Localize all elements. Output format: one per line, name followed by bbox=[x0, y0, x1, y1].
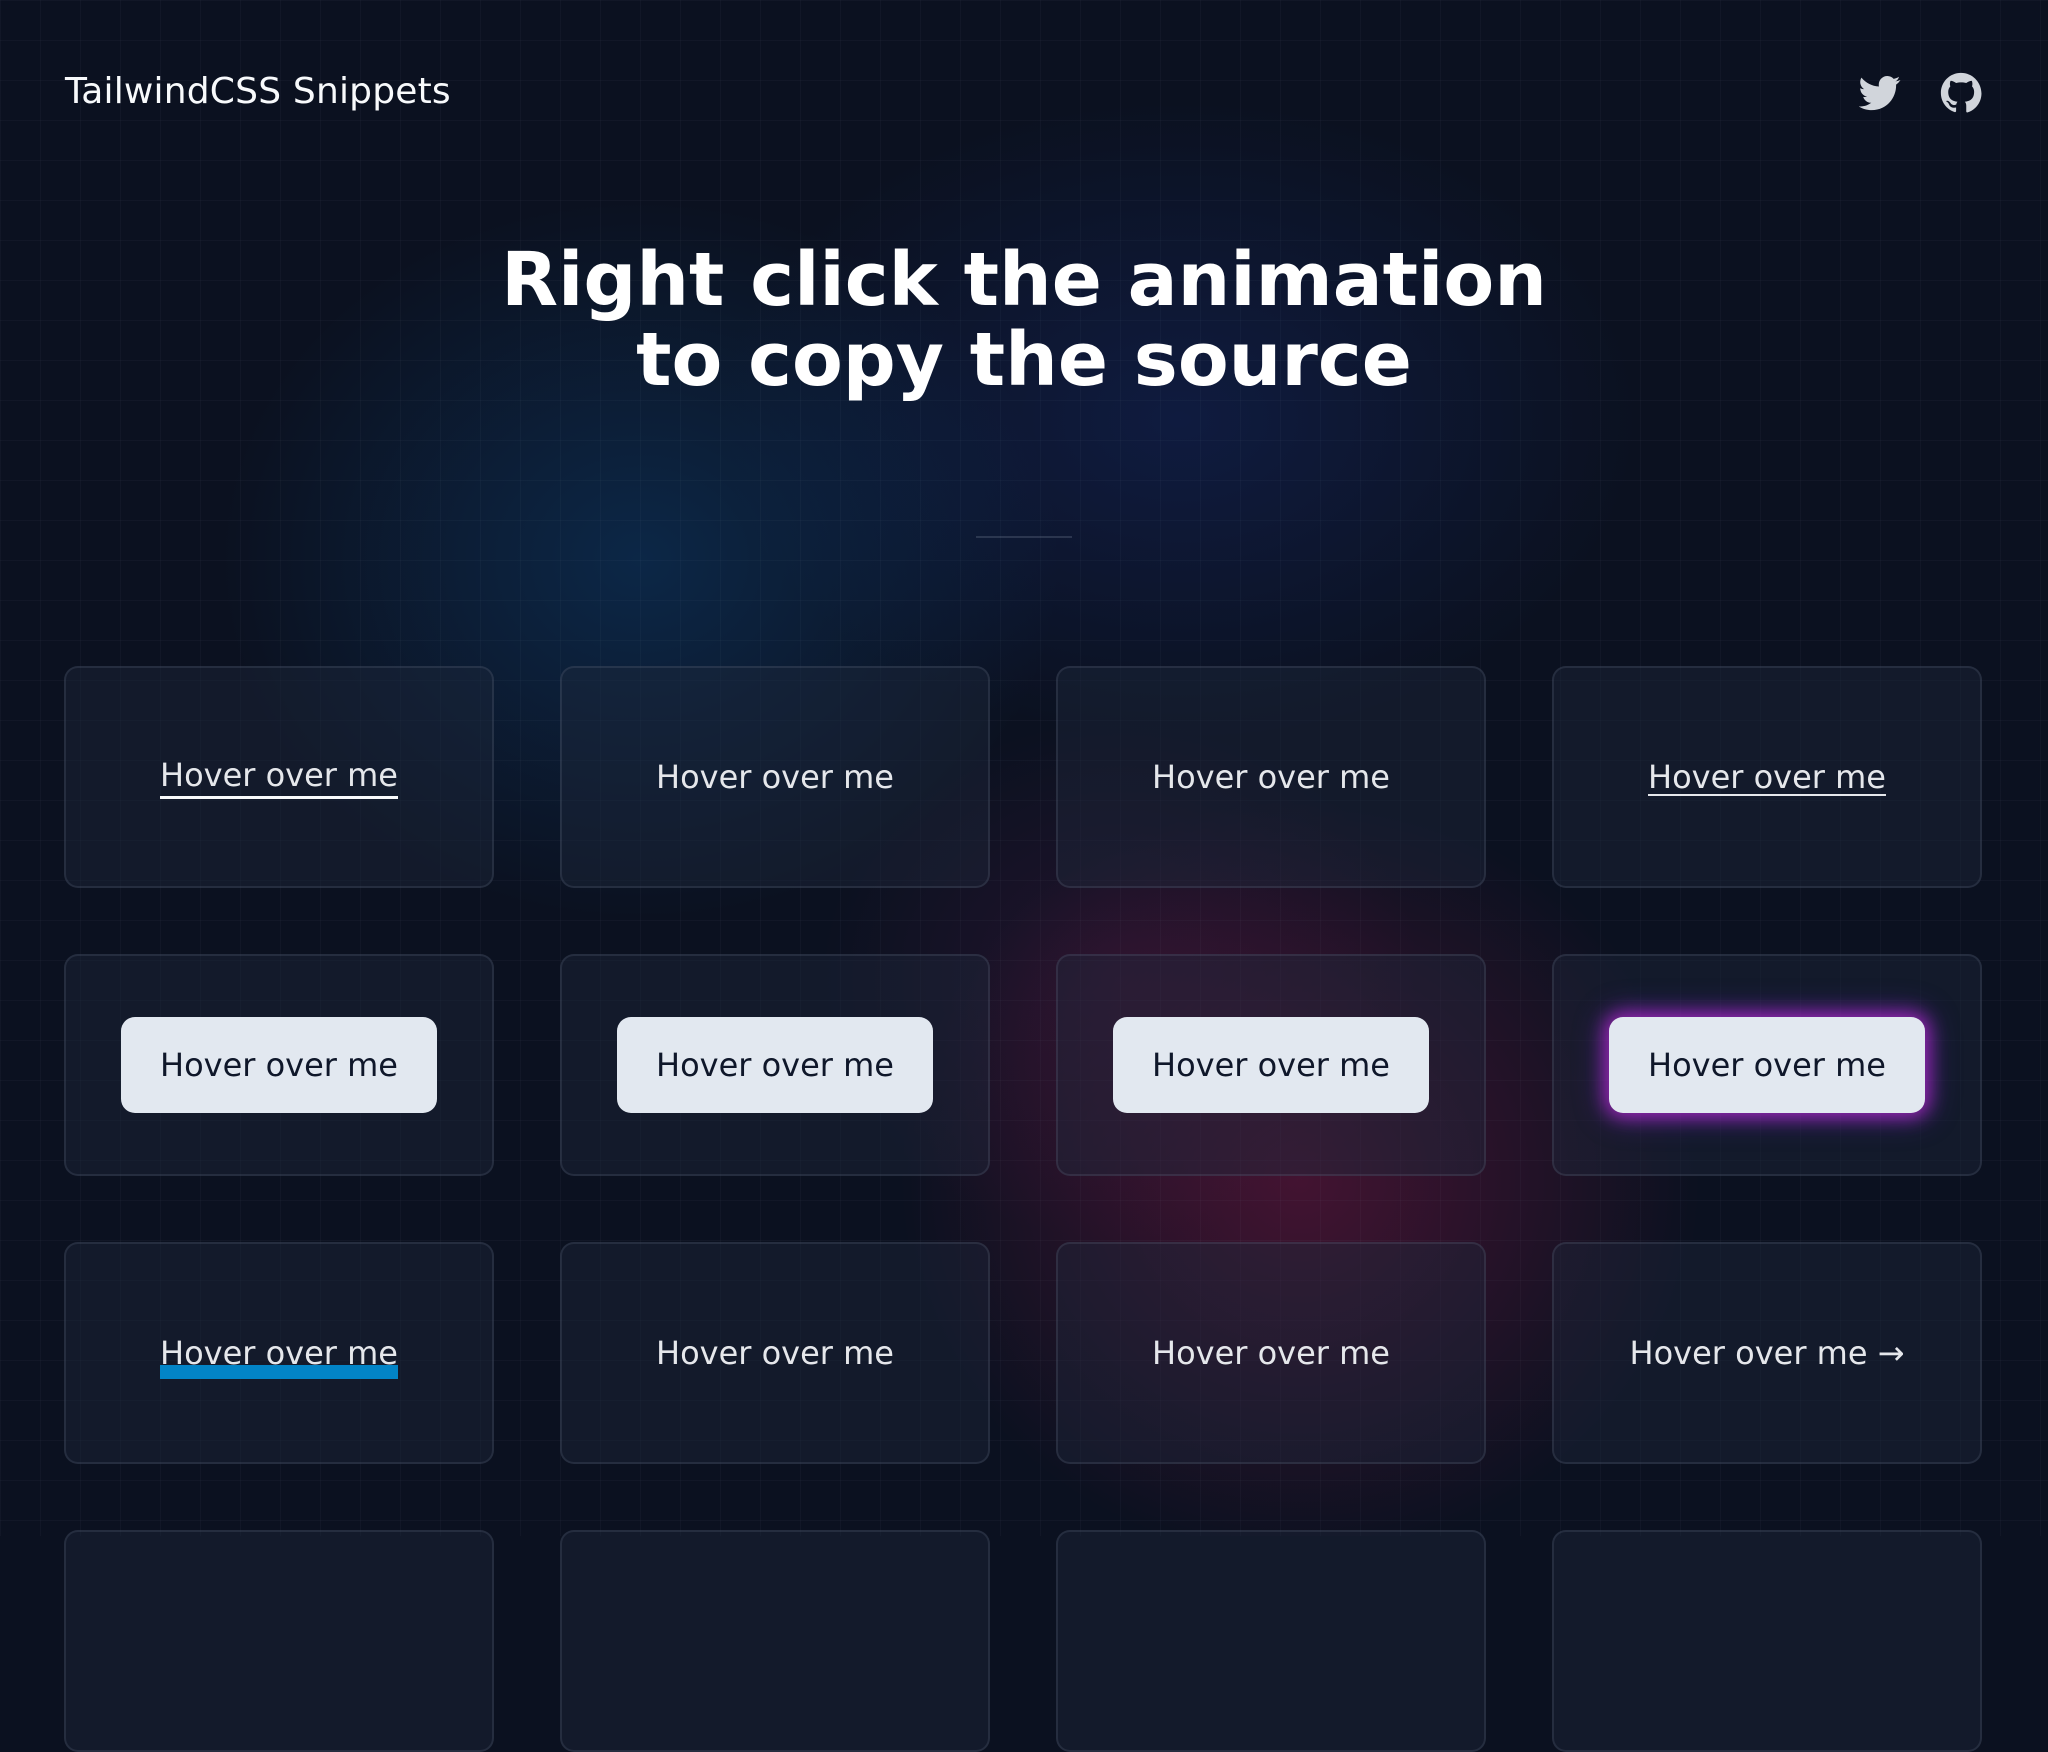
section-divider bbox=[976, 536, 1072, 538]
snippet-card-plain[interactable]: Hover over me bbox=[1056, 666, 1486, 888]
snippet-card-thin-underline[interactable]: Hover over me bbox=[1552, 666, 1982, 888]
snippet-label: Hover over me bbox=[160, 1334, 398, 1379]
snippet-label: Hover over me bbox=[160, 755, 398, 799]
snippet-card-button: Hover over me bbox=[560, 954, 990, 1176]
hover-button[interactable]: Hover over me bbox=[617, 1017, 933, 1113]
hero-line-2: to copy the source bbox=[636, 317, 1412, 403]
snippet-card-button-glow: Hover over me bbox=[1552, 954, 1982, 1176]
snippet-label: Hover over me bbox=[656, 758, 894, 796]
hero-heading: Right click the animation to copy the so… bbox=[0, 240, 2048, 400]
snippet-card-plain[interactable]: Hover over me bbox=[560, 666, 990, 888]
snippet-card-plain[interactable]: Hover over me bbox=[560, 1242, 990, 1464]
snippet-label: Hover over me bbox=[1648, 758, 1886, 796]
snippet-label: Hover over me → bbox=[1629, 1334, 1905, 1372]
hover-button[interactable]: Hover over me bbox=[121, 1017, 437, 1113]
hero-line-1: Right click the animation bbox=[501, 237, 1547, 323]
twitter-link[interactable] bbox=[1859, 72, 1901, 114]
snippet-card-button: Hover over me bbox=[64, 954, 494, 1176]
hover-button[interactable]: Hover over me bbox=[1113, 1017, 1429, 1113]
site-header: TailwindCSS Snippets bbox=[0, 0, 2048, 184]
snippet-card-partial[interactable] bbox=[1056, 1530, 1486, 1752]
snippet-card-arrow[interactable]: Hover over me → bbox=[1552, 1242, 1982, 1464]
snippet-label: Hover over me bbox=[656, 1334, 894, 1372]
snippet-card-button: Hover over me bbox=[1056, 954, 1486, 1176]
github-link[interactable] bbox=[1940, 72, 1982, 114]
site-brand-link[interactable]: TailwindCSS Snippets bbox=[65, 70, 451, 114]
snippet-card-highlight-bar[interactable]: Hover over me bbox=[64, 1242, 494, 1464]
glow-hover-button[interactable]: Hover over me bbox=[1609, 1017, 1925, 1113]
snippet-card-partial[interactable] bbox=[64, 1530, 494, 1752]
snippet-card-plain[interactable]: Hover over me bbox=[1056, 1242, 1486, 1464]
github-icon bbox=[1940, 72, 1982, 113]
snippet-card-underline[interactable]: Hover over me bbox=[64, 666, 494, 888]
twitter-icon bbox=[1859, 76, 1901, 111]
snippet-label: Hover over me bbox=[1152, 1334, 1390, 1372]
snippet-card-partial[interactable] bbox=[560, 1530, 990, 1752]
snippet-card-partial[interactable] bbox=[1552, 1530, 1982, 1752]
snippet-label: Hover over me bbox=[1152, 758, 1390, 796]
